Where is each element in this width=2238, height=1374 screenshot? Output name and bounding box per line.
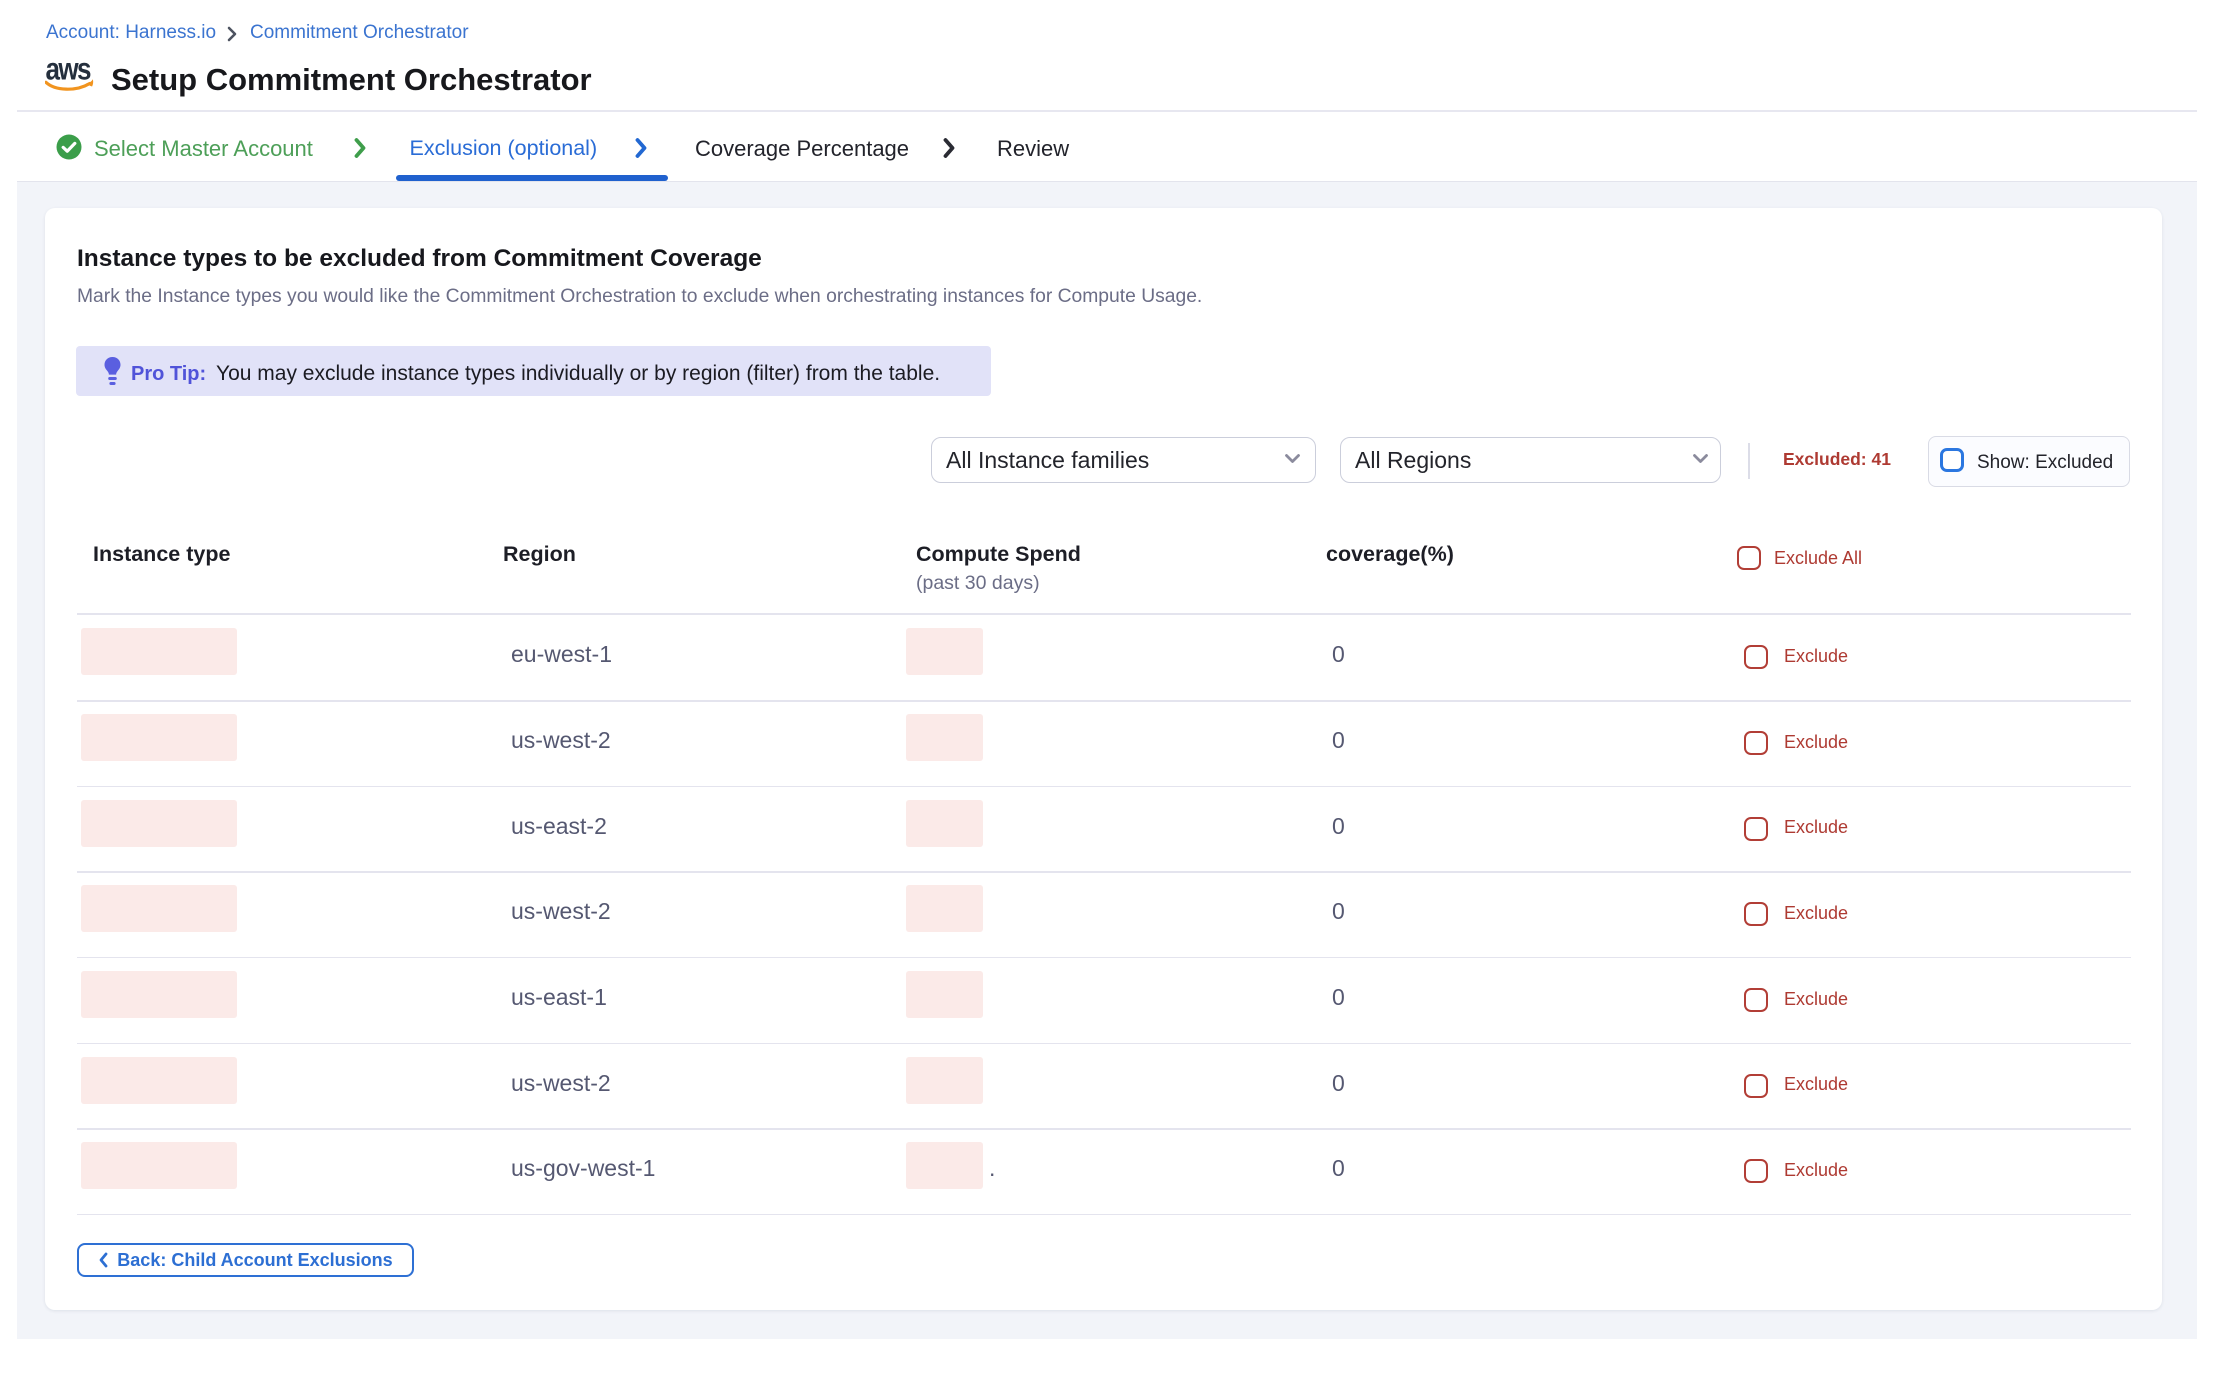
svg-text:aws: aws <box>46 59 91 87</box>
